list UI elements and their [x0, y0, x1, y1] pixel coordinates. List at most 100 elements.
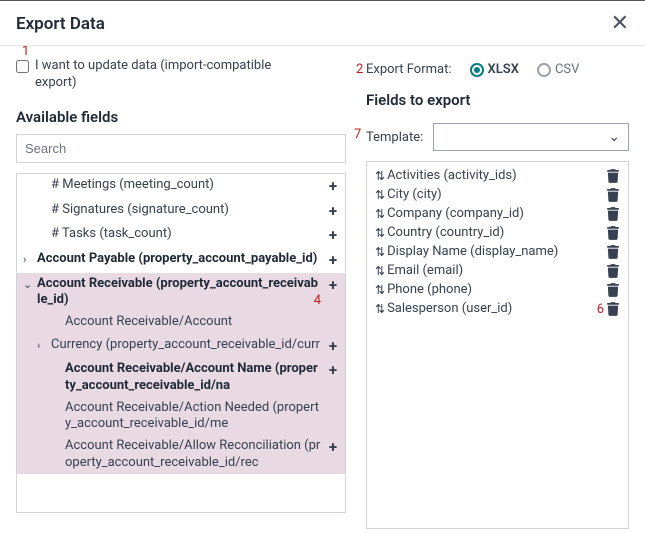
- tree-item-label: Account Receivable/Account: [65, 314, 325, 330]
- format-xlsx-label: XLSX: [488, 62, 519, 77]
- tree-item[interactable]: # Meetings (meeting_count)+: [17, 174, 345, 199]
- export-format-label: Export Format:: [366, 62, 452, 77]
- add-field-icon[interactable]: +: [325, 177, 341, 196]
- caret-placeholder: [37, 226, 51, 228]
- tree-item-label: Account Receivable/Allow Reconciliation …: [65, 438, 325, 471]
- export-field-label: Company (company_id): [387, 206, 606, 221]
- update-data-label: I want to update data (import-compatible…: [35, 58, 285, 92]
- add-field-icon[interactable]: +: [325, 276, 341, 295]
- export-field-label: Salesperson (user_id): [387, 301, 606, 316]
- caret-placeholder: [51, 400, 65, 402]
- add-field-icon[interactable]: +: [325, 438, 341, 457]
- trash-icon[interactable]: [606, 169, 620, 183]
- drag-handle-icon[interactable]: ⇅: [375, 188, 383, 202]
- fields-to-export-heading: Fields to export: [366, 91, 629, 109]
- chevron-down-icon: ⌄: [608, 129, 620, 145]
- export-field-item[interactable]: ⇅ Email (email): [367, 261, 628, 280]
- format-option-csv[interactable]: CSV: [537, 62, 579, 77]
- trash-icon[interactable]: [606, 264, 620, 278]
- template-select[interactable]: ⌄: [433, 123, 629, 151]
- tree-item[interactable]: Account Receivable/Allow Reconciliation …: [17, 435, 345, 474]
- chevron-right-icon[interactable]: ›: [23, 251, 37, 267]
- drag-handle-icon[interactable]: ⇅: [375, 169, 383, 183]
- drag-handle-icon[interactable]: ⇅: [375, 302, 383, 316]
- tree-item[interactable]: # Tasks (task_count)+: [17, 223, 345, 248]
- add-field-icon[interactable]: +: [325, 337, 341, 356]
- tree-item-label: Account Payable (property_account_payabl…: [37, 251, 325, 267]
- export-field-label: Phone (phone): [387, 282, 606, 297]
- search-input[interactable]: [16, 134, 346, 163]
- export-field-item[interactable]: ⇅ City (city): [367, 185, 628, 204]
- drag-handle-icon[interactable]: ⇅: [375, 207, 383, 221]
- export-field-label: Activities (activity_ids): [387, 168, 606, 183]
- update-data-row: 1 I want to update data (import-compatib…: [16, 52, 346, 102]
- tree-item[interactable]: # Signatures (signature_count)+: [17, 199, 345, 224]
- caret-placeholder: [51, 361, 65, 363]
- trash-icon[interactable]: [606, 226, 620, 240]
- radio-unchecked-icon: [537, 63, 551, 77]
- modal-header: Export Data ✕: [0, 1, 645, 46]
- export-field-item[interactable]: ⇅ Display Name (display_name): [367, 242, 628, 261]
- update-data-checkbox[interactable]: [16, 60, 29, 73]
- radio-checked-icon: [470, 63, 484, 77]
- modal-title: Export Data: [16, 14, 105, 34]
- available-fields-tree[interactable]: 3 4 # Meetings (meeting_count)+# Signatu…: [16, 173, 346, 513]
- format-option-xlsx[interactable]: XLSX: [470, 62, 519, 77]
- tree-item-label: # Meetings (meeting_count): [51, 177, 325, 193]
- export-field-label: Email (email): [387, 263, 606, 278]
- caret-placeholder: [37, 202, 51, 204]
- trash-icon[interactable]: [606, 188, 620, 202]
- trash-icon[interactable]: [606, 245, 620, 259]
- caret-placeholder: [51, 314, 65, 316]
- right-column: 2 Export Format: XLSX CSV Fields to expo…: [366, 52, 629, 529]
- add-field-icon[interactable]: +: [325, 226, 341, 245]
- export-field-item[interactable]: ⇅ Activities (activity_ids): [367, 166, 628, 185]
- tree-item[interactable]: Account Receivable/Action Needed (proper…: [17, 397, 345, 436]
- trash-icon[interactable]: [606, 283, 620, 297]
- export-field-item[interactable]: ⇅ Country (country_id): [367, 223, 628, 242]
- template-row: 7 Template: ⌄: [366, 123, 629, 151]
- available-fields-heading: Available fields: [16, 108, 346, 126]
- tree-item[interactable]: ›Account Payable (property_account_payab…: [17, 248, 345, 273]
- export-field-item[interactable]: ⇅ Salesperson (user_id): [367, 299, 628, 318]
- tree-item[interactable]: ›Currency (property_account_receivable_i…: [17, 334, 345, 359]
- export-field-label: Display Name (display_name): [387, 244, 606, 259]
- caret-placeholder: [51, 438, 65, 440]
- export-field-label: City (city): [387, 187, 606, 202]
- drag-handle-icon[interactable]: ⇅: [375, 226, 383, 240]
- export-field-item[interactable]: ⇅ Phone (phone): [367, 280, 628, 299]
- tree-item-label: Account Receivable/Account Name (propert…: [65, 361, 325, 394]
- export-format-row: 2 Export Format: XLSX CSV: [366, 52, 629, 85]
- export-data-modal: Export Data ✕ 1 I want to update data (i…: [0, 0, 645, 533]
- template-label: Template:: [366, 130, 423, 145]
- trash-icon[interactable]: [606, 302, 620, 316]
- drag-handle-icon[interactable]: ⇅: [375, 264, 383, 278]
- chevron-down-icon[interactable]: ⌄: [23, 276, 37, 292]
- tree-item-label: Currency (property_account_receivable_id…: [51, 337, 325, 353]
- left-column: 1 I want to update data (import-compatib…: [16, 52, 346, 529]
- tree-item-label: Account Receivable (property_account_rec…: [37, 276, 325, 309]
- modal-body: 1 I want to update data (import-compatib…: [0, 46, 645, 529]
- close-icon[interactable]: ✕: [611, 13, 629, 35]
- annotation-1: 1: [22, 46, 29, 59]
- export-field-item[interactable]: ⇅ Company (company_id): [367, 204, 628, 223]
- export-field-label: Country (country_id): [387, 225, 606, 240]
- drag-handle-icon[interactable]: ⇅: [375, 245, 383, 259]
- annotation-7: 7: [354, 127, 361, 142]
- tree-item-label: # Signatures (signature_count): [51, 202, 325, 218]
- tree-item-label: # Tasks (task_count): [51, 226, 325, 242]
- tree-item-label: Account Receivable/Action Needed (proper…: [65, 400, 325, 433]
- tree-item[interactable]: Account Receivable/Account: [17, 311, 345, 333]
- drag-handle-icon[interactable]: ⇅: [375, 283, 383, 297]
- fields-to-export-list: 5 6 ⇅Activities (activity_ids)⇅City (cit…: [366, 161, 629, 529]
- caret-placeholder: [37, 177, 51, 179]
- annotation-2: 2: [356, 62, 363, 77]
- add-field-icon[interactable]: +: [325, 202, 341, 221]
- tree-item[interactable]: Account Receivable/Account Name (propert…: [17, 358, 345, 397]
- trash-icon[interactable]: [606, 207, 620, 221]
- add-field-icon[interactable]: +: [325, 361, 341, 380]
- format-csv-label: CSV: [555, 62, 579, 77]
- add-field-icon[interactable]: +: [325, 251, 341, 270]
- tree-item[interactable]: ⌄Account Receivable (property_account_re…: [17, 273, 345, 312]
- chevron-right-icon[interactable]: ›: [37, 337, 51, 353]
